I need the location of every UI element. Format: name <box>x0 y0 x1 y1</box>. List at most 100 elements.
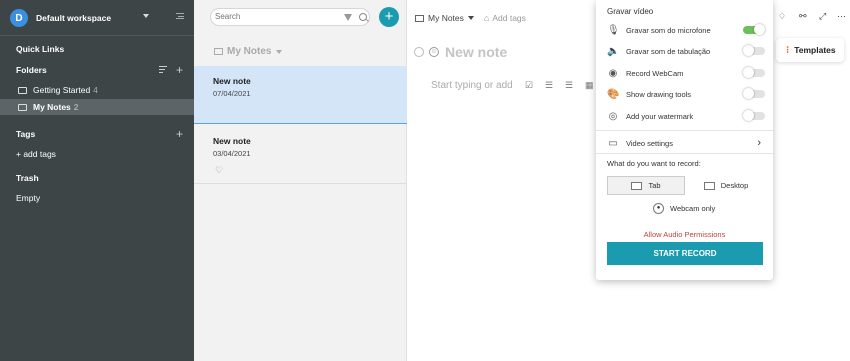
video-settings-row[interactable]: ▭ Video settings › <box>607 135 765 151</box>
toggle-switch[interactable] <box>743 110 765 121</box>
option-label: Gravar som de tabulação <box>626 46 711 56</box>
chevron-down-icon[interactable] <box>143 14 149 18</box>
chevron-down-icon <box>276 49 283 54</box>
note-date: 07/04/2021 <box>213 89 251 98</box>
webcam-icon: ● <box>653 203 664 214</box>
toggle-switch[interactable] <box>743 24 765 35</box>
note-list-item[interactable]: New note 03/04/2021 ♡ <box>194 126 407 184</box>
sort-icon[interactable] <box>159 66 167 75</box>
option-microphone[interactable]: 🎙 Gravar som do microfone <box>607 22 765 38</box>
templates-label: Templates <box>794 45 836 55</box>
allow-audio-permissions-link[interactable]: Allow Audio Permissions <box>596 230 773 239</box>
status-circle-icon[interactable] <box>414 47 424 57</box>
option-label: Add your watermark <box>626 111 694 121</box>
toggle-switch[interactable] <box>743 45 765 56</box>
divider <box>596 153 773 154</box>
note-date: 03/04/2021 <box>213 149 251 158</box>
heart-icon[interactable]: ♡ <box>215 165 223 176</box>
note-body-placeholder[interactable]: Start typing or add <box>431 80 513 91</box>
numbered-list-icon[interactable]: ☰ <box>545 80 555 90</box>
divider <box>596 130 773 131</box>
tag-icon: ⌂ <box>483 13 490 23</box>
watermark-icon: ◎ <box>608 110 618 122</box>
sidebar-item-getting-started[interactable]: Getting Started 4 <box>0 82 194 98</box>
folder-count: 4 <box>93 85 98 95</box>
webcam-only-option[interactable]: ● Webcam only <box>653 203 715 214</box>
expand-icon[interactable]: ⤢ <box>819 11 826 22</box>
breadcrumb[interactable]: My Notes ⌂ Add tags <box>415 13 526 23</box>
workspace-name: Default workspace <box>36 13 112 23</box>
quick-links-heading[interactable]: Quick Links <box>16 44 64 54</box>
trash-empty-text: Empty <box>16 193 41 203</box>
toggle-switch[interactable] <box>743 67 765 78</box>
option-label: Gravar som do microfone <box>626 25 711 35</box>
templates-icon: ⁝ <box>786 44 790 56</box>
option-webcam[interactable]: ◉ Record WebCam <box>607 65 765 81</box>
tab-option-label: Tab <box>648 181 661 190</box>
search-box <box>210 8 370 26</box>
folders-heading: Folders <box>16 65 47 75</box>
workspace-avatar: D <box>10 9 28 27</box>
video-recorder-panel: Gravar vídeo 🎙 Gravar som do microfone 🔈… <box>596 0 773 280</box>
note-title-row: ☺ New note <box>414 44 507 60</box>
add-tags-link[interactable]: + add tags <box>16 149 56 159</box>
video-camera-icon: ▭ <box>608 137 618 149</box>
folder-icon <box>415 14 424 22</box>
add-tags-button[interactable]: Add tags <box>492 13 526 23</box>
folder-icon <box>18 86 27 94</box>
note-list-panel: + My Notes New note 07/04/2021 New note … <box>194 0 407 361</box>
add-folder-icon[interactable]: + <box>176 64 183 76</box>
templates-button[interactable]: ⁝ Templates <box>776 38 844 62</box>
note-list-item[interactable]: New note 07/04/2021 <box>194 66 407 124</box>
table-icon[interactable]: ▦ <box>585 80 595 90</box>
sidebar-item-my-notes[interactable]: My Notes 2 <box>0 99 194 115</box>
chevron-down-icon <box>467 16 474 20</box>
folder-label: My Notes <box>33 102 71 112</box>
toggle-switch[interactable] <box>743 88 765 99</box>
recorder-heading: Gravar vídeo <box>607 7 654 16</box>
option-drawing-tools[interactable]: 🎨 Show drawing tools <box>607 86 765 102</box>
bullet-list-icon[interactable]: ☰ <box>565 80 575 90</box>
desktop-option-label: Desktop <box>720 181 749 190</box>
option-tab-audio[interactable]: 🔈 Gravar som de tabulação <box>607 43 765 59</box>
bell-icon[interactable]: ♢ <box>778 11 786 22</box>
search-icon[interactable] <box>359 13 367 21</box>
webcam-icon: ◉ <box>608 67 618 79</box>
note-title-input[interactable]: New note <box>445 44 507 60</box>
speaker-icon: 🔈 <box>607 45 620 57</box>
start-record-button[interactable]: START RECORD <box>607 242 763 265</box>
filter-icon[interactable] <box>344 14 352 21</box>
search-input[interactable] <box>215 12 325 21</box>
folder-icon <box>214 48 223 55</box>
note-title: New note <box>213 136 251 146</box>
more-icon[interactable]: ⋯ <box>837 11 846 22</box>
divider <box>0 35 194 36</box>
trash-heading[interactable]: Trash <box>16 173 39 183</box>
video-settings-label: Video settings <box>626 138 673 148</box>
option-watermark[interactable]: ◎ Add your watermark <box>607 108 765 124</box>
workspace-switcher[interactable]: D Default workspace <box>10 8 111 28</box>
microphone-icon: 🎙 <box>607 24 620 36</box>
monitor-icon <box>703 181 715 190</box>
tab-option-button[interactable]: Tab <box>607 176 685 195</box>
breadcrumb-folder: My Notes <box>428 13 464 23</box>
option-label: Show drawing tools <box>626 89 692 99</box>
chevron-right-icon: › <box>757 137 761 149</box>
folder-count: 2 <box>73 102 79 112</box>
tags-heading: Tags <box>16 129 36 139</box>
note-title: New note <box>213 76 251 86</box>
folder-label: Getting Started <box>33 85 91 95</box>
add-tag-icon[interactable]: + <box>176 128 183 140</box>
add-note-button[interactable]: + <box>379 7 399 27</box>
list-folder-name: My Notes <box>227 46 272 57</box>
share-icon[interactable]: ⚯ <box>799 11 807 22</box>
desktop-option-button[interactable]: Desktop <box>696 176 756 195</box>
tab-icon <box>631 181 643 190</box>
palette-icon: 🎨 <box>607 88 620 100</box>
emoji-icon[interactable]: ☺ <box>429 47 439 57</box>
webcam-only-label: Webcam only <box>670 204 716 213</box>
collapse-sidebar-icon[interactable] <box>176 13 184 19</box>
checkbox-icon[interactable]: ☑ <box>525 80 535 90</box>
folder-icon <box>18 103 27 111</box>
list-folder-title[interactable]: My Notes <box>214 46 283 57</box>
